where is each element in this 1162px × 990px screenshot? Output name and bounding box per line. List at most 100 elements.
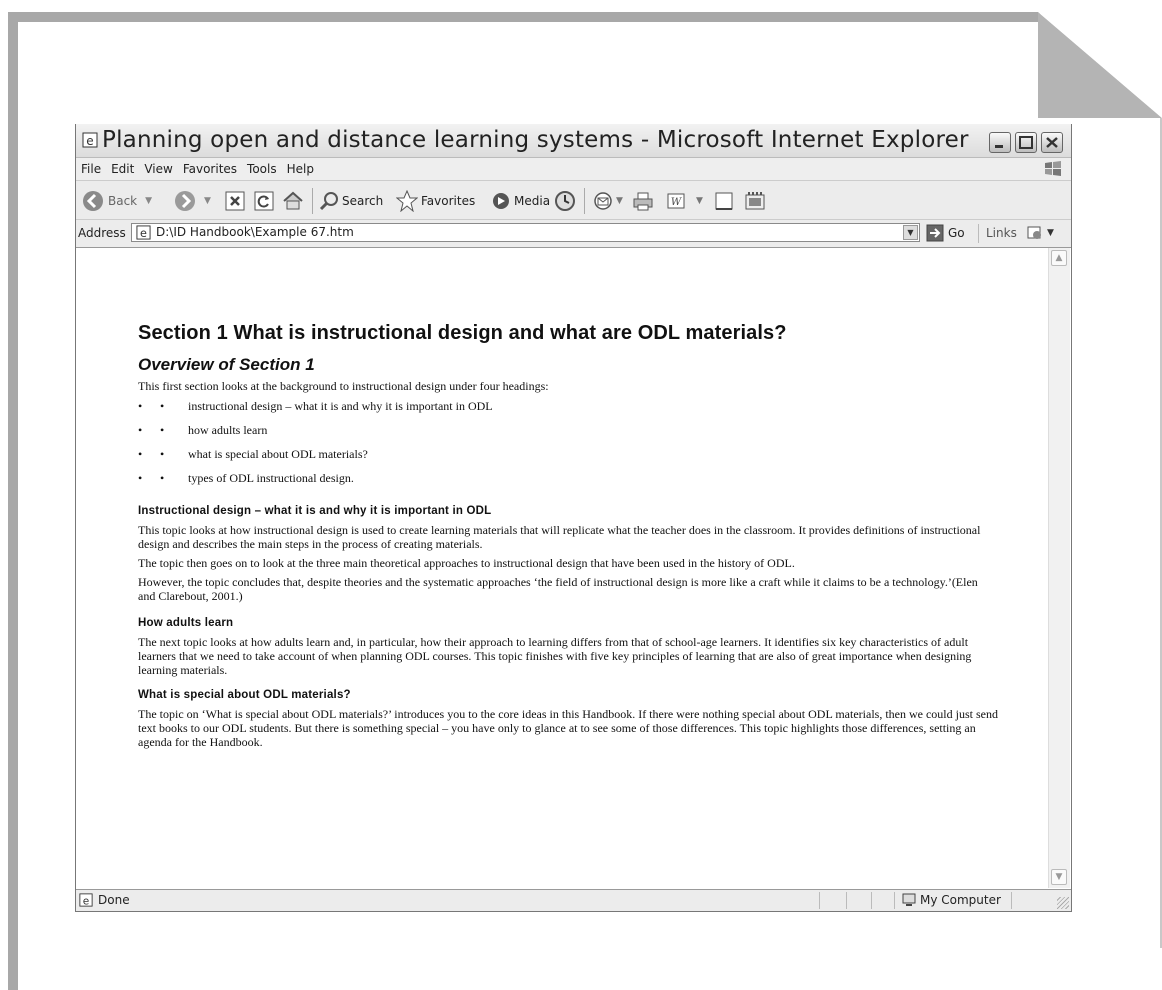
- stop-icon: [225, 191, 245, 211]
- forward-button[interactable]: ▼: [174, 190, 211, 212]
- mail-dropdown-icon[interactable]: ▼: [616, 196, 623, 206]
- ie-page-icon: e: [82, 132, 98, 148]
- list-item-text: how adults learn: [188, 423, 268, 437]
- back-dropdown-icon[interactable]: ▼: [145, 196, 152, 206]
- document: Section 1 What is instructional design a…: [138, 322, 998, 754]
- back-icon: [83, 191, 103, 211]
- history-button[interactable]: [554, 190, 576, 212]
- menu-help[interactable]: Help: [282, 158, 319, 176]
- bullet-marker: •: [160, 471, 165, 485]
- close-icon: [1046, 137, 1058, 148]
- minimize-button[interactable]: [989, 132, 1011, 153]
- mail-icon: [594, 192, 612, 210]
- address-label: Address: [78, 226, 126, 240]
- media-icon: [493, 193, 509, 209]
- scroll-down-button[interactable]: ▼: [1051, 869, 1067, 885]
- menu-tools[interactable]: Tools: [242, 158, 282, 176]
- maximize-button[interactable]: [1015, 132, 1037, 153]
- paragraph: The topic then goes on to look at the th…: [138, 556, 795, 570]
- media-button[interactable]: Media: [491, 190, 550, 212]
- address-bar: Address e D:\ID Handbook\Example 67.htm …: [76, 220, 1071, 248]
- list-item-text: instructional design – what it is and wh…: [188, 399, 493, 413]
- refresh-icon: [254, 191, 274, 211]
- status-separator: [871, 892, 872, 909]
- address-input[interactable]: e D:\ID Handbook\Example 67.htm ▼: [131, 223, 920, 242]
- print-icon: [633, 192, 653, 211]
- bullet-marker: •: [160, 423, 165, 437]
- stop-button[interactable]: [225, 190, 245, 212]
- paragraph: This topic looks at how instructional de…: [138, 523, 981, 551]
- favorites-label: Favorites: [421, 194, 476, 208]
- history-icon: [555, 191, 575, 211]
- status-separator: [894, 892, 895, 909]
- svg-text:e: e: [83, 895, 89, 907]
- menu-view[interactable]: View: [139, 158, 177, 176]
- forward-icon: [175, 191, 195, 211]
- status-separator: [846, 892, 847, 909]
- section-heading: Section 1 What is instructional design a…: [138, 322, 787, 344]
- list-item: • • types of ODL instructional design.: [138, 471, 998, 495]
- list-item: • • how adults learn: [138, 423, 998, 447]
- title-bar: e Planning open and distance learning sy…: [76, 124, 1071, 158]
- resize-grip[interactable]: [1057, 897, 1069, 909]
- close-button[interactable]: [1041, 132, 1063, 153]
- messenger-button[interactable]: [744, 190, 766, 212]
- search-button[interactable]: Search: [319, 190, 383, 212]
- address-dropdown-icon[interactable]: ▼: [903, 225, 918, 240]
- maximize-icon: [1019, 136, 1033, 149]
- topic-heading-adults-learn: How adults learn: [138, 617, 234, 629]
- vertical-scrollbar[interactable]: ▲ ▼: [1048, 248, 1070, 888]
- address-separator: [978, 224, 979, 243]
- ie-page-icon: e: [136, 225, 151, 240]
- back-label: Back: [108, 194, 138, 208]
- list-item: • • instructional design – what it is and …: [138, 399, 998, 423]
- page-border-top: [8, 12, 1040, 22]
- paragraph: However, the topic concludes that, despi…: [138, 575, 978, 603]
- scroll-up-button[interactable]: ▲: [1051, 250, 1067, 266]
- go-button[interactable]: Go: [926, 223, 965, 243]
- status-text: Done: [98, 893, 130, 907]
- refresh-button[interactable]: [254, 190, 274, 212]
- mail-button[interactable]: ▼: [592, 190, 623, 212]
- status-separator: [819, 892, 820, 909]
- back-button[interactable]: Back ▼: [82, 190, 152, 212]
- edit-button[interactable]: W ▼: [666, 190, 703, 212]
- ie-page-icon: e: [79, 893, 93, 907]
- bullet-marker: •: [138, 399, 143, 413]
- menu-favorites[interactable]: Favorites: [178, 158, 242, 176]
- links-icon: [1027, 226, 1041, 239]
- bullet-marker: •: [138, 447, 143, 461]
- edit-word-icon: W: [667, 193, 685, 209]
- page-border-left: [8, 12, 18, 990]
- search-icon: [319, 192, 338, 211]
- svg-text:e: e: [140, 227, 147, 240]
- home-button[interactable]: [282, 190, 304, 212]
- minimize-icon: [995, 145, 1003, 148]
- links-button[interactable]: Links: [986, 226, 1017, 240]
- forward-dropdown-icon[interactable]: ▼: [204, 196, 211, 206]
- favorites-button[interactable]: Favorites: [396, 190, 475, 212]
- menu-edit[interactable]: Edit: [106, 158, 139, 176]
- links-extra-button[interactable]: ▼: [1026, 224, 1054, 242]
- list-item-text: what is special about ODL materials?: [188, 447, 368, 461]
- bullet-marker: •: [160, 399, 165, 413]
- windows-logo-icon: [1045, 161, 1061, 176]
- topic-heading-instructional-design: Instructional design – what it is and wh…: [138, 505, 492, 517]
- page-dog-ear-corner: [1038, 12, 1162, 118]
- window-title: Planning open and distance learning syst…: [102, 127, 969, 153]
- discuss-button[interactable]: [714, 190, 736, 212]
- browser-window: e Planning open and distance learning sy…: [75, 124, 1072, 912]
- bullet-marker: •: [138, 471, 143, 485]
- svg-text:W: W: [671, 197, 682, 208]
- computer-icon: [902, 893, 916, 906]
- menu-file[interactable]: File: [76, 158, 106, 176]
- home-icon: [283, 191, 303, 210]
- print-button[interactable]: [632, 190, 654, 212]
- messenger-icon: [745, 192, 765, 210]
- list-item: • • what is special about ODL materials?: [138, 447, 998, 471]
- edit-dropdown-icon[interactable]: ▼: [696, 196, 703, 206]
- intro-paragraph: This first section looks at the backgrou…: [138, 379, 549, 393]
- paragraph: The next topic looks at how adults learn…: [138, 635, 972, 677]
- security-zone: My Computer: [920, 893, 1001, 907]
- bullet-marker: •: [138, 423, 143, 437]
